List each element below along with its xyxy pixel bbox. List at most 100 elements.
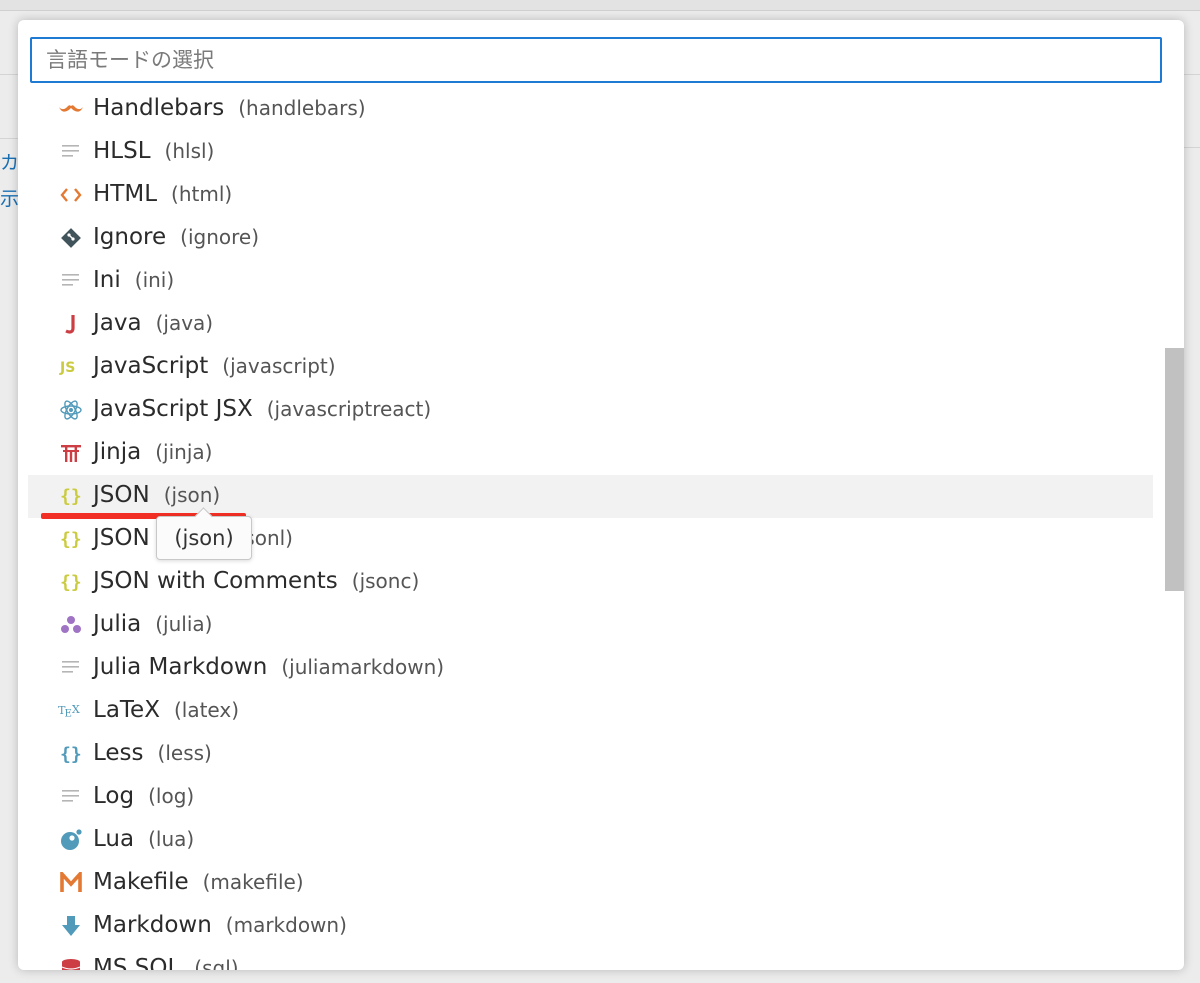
window-top-bar bbox=[0, 0, 1200, 11]
language-label: Makefile (makefile) bbox=[93, 869, 304, 895]
divider bbox=[1184, 147, 1200, 148]
svg-text:{}: {} bbox=[60, 744, 82, 765]
language-id: (javascript) bbox=[222, 354, 336, 378]
language-id: (hlsl) bbox=[164, 139, 215, 163]
list-item[interactable]: {} JSON (json) bbox=[28, 475, 1153, 518]
svg-text:JS: JS bbox=[59, 360, 75, 376]
language-label: Julia (julia) bbox=[93, 611, 213, 637]
language-label: JavaScript (javascript) bbox=[93, 353, 336, 379]
markdown-arrow-icon bbox=[58, 913, 84, 939]
language-id: (java) bbox=[155, 311, 214, 335]
list-item[interactable]: Makefile (makefile) bbox=[28, 862, 1153, 905]
list-item[interactable]: Julia (julia) bbox=[28, 604, 1153, 647]
language-id: (less) bbox=[157, 741, 212, 765]
language-label: MS SQL (sql) bbox=[93, 955, 239, 970]
list-item[interactable]: Julia Markdown (juliamarkdown) bbox=[28, 647, 1153, 690]
lines-icon bbox=[58, 268, 84, 294]
background-text: カ bbox=[0, 152, 18, 174]
svg-text:{}: {} bbox=[60, 486, 82, 507]
mustache-icon bbox=[58, 96, 84, 122]
torii-icon bbox=[58, 440, 84, 466]
divider bbox=[1184, 74, 1200, 75]
language-id: (jsonc) bbox=[351, 569, 420, 593]
braces-icon: {} bbox=[58, 483, 84, 509]
language-label: JSON (json) bbox=[93, 482, 221, 508]
react-atom-icon bbox=[58, 397, 84, 423]
language-label: HLSL (hlsl) bbox=[93, 138, 215, 164]
lines-icon bbox=[58, 655, 84, 681]
braces-blue-icon: {} bbox=[58, 741, 84, 767]
language-label: Julia Markdown (juliamarkdown) bbox=[93, 654, 445, 680]
language-label: Jinja (jinja) bbox=[93, 439, 213, 465]
list-item[interactable]: MS SQL (sql) bbox=[28, 948, 1153, 970]
language-label: JavaScript JSX (javascriptreact) bbox=[93, 396, 432, 422]
language-label: Lua (lua) bbox=[93, 826, 195, 852]
svg-text:{}: {} bbox=[60, 572, 82, 593]
list-item[interactable]: Jinja (jinja) bbox=[28, 432, 1153, 475]
list-item[interactable]: {} JSON with Comments (jsonc) bbox=[28, 561, 1153, 604]
js-icon: JS bbox=[58, 354, 84, 380]
scrollbar-thumb[interactable] bbox=[1165, 348, 1184, 591]
language-mode-search-input[interactable] bbox=[30, 37, 1162, 83]
background-text: 示 bbox=[0, 188, 18, 210]
language-mode-quick-pick: Handlebars(handlebars) HLSL(hlsl) HTML(htm… bbox=[18, 20, 1184, 970]
language-id: (jinja) bbox=[155, 440, 213, 464]
tex-icon: TEX bbox=[58, 698, 84, 724]
list-item[interactable]: {} Less (less) bbox=[28, 733, 1153, 776]
language-label: LaTeX (latex) bbox=[93, 697, 240, 723]
list-item[interactable]: Handlebars (handlebars) bbox=[28, 88, 1153, 131]
language-id: (juliamarkdown) bbox=[281, 655, 445, 679]
language-id: (latex) bbox=[173, 698, 240, 722]
julia-dots-icon bbox=[58, 612, 84, 638]
language-id: (ignore) bbox=[180, 225, 259, 249]
divider bbox=[0, 74, 18, 75]
language-id: (handlebars) bbox=[238, 96, 366, 120]
list-item[interactable]: JavaScript JSX (javascriptreact) bbox=[28, 389, 1153, 432]
svg-text:E: E bbox=[65, 709, 72, 720]
lines-icon bbox=[58, 784, 84, 810]
language-id: (html) bbox=[171, 182, 233, 206]
list-item[interactable]: T E X LaTeX (latex) bbox=[28, 690, 1153, 733]
list-item[interactable]: Java (java) bbox=[28, 303, 1153, 346]
java-j-icon bbox=[58, 311, 84, 337]
language-label: Log (log) bbox=[93, 783, 195, 809]
tooltip-text: (json) bbox=[174, 526, 234, 550]
language-label: JSON with Comments (jsonc) bbox=[93, 568, 420, 594]
makefile-m-icon bbox=[58, 870, 84, 896]
svg-text:X: X bbox=[72, 703, 80, 716]
language-label: Java (java) bbox=[93, 310, 214, 336]
list-item[interactable]: Markdown (markdown) bbox=[28, 905, 1153, 948]
database-icon bbox=[58, 956, 84, 970]
list-item[interactable]: Ignore (ignore) bbox=[28, 217, 1153, 260]
angle-brackets-icon bbox=[58, 182, 84, 208]
lines-icon bbox=[58, 139, 84, 165]
list-item[interactable]: Log (log) bbox=[28, 776, 1153, 819]
language-id: (javascriptreact) bbox=[266, 397, 432, 421]
language-id: (sql) bbox=[194, 956, 239, 970]
list-item[interactable]: Ini (ini) bbox=[28, 260, 1153, 303]
language-id: (ini) bbox=[134, 268, 175, 292]
lua-moon-icon bbox=[58, 827, 84, 853]
language-label: Ini (ini) bbox=[93, 267, 175, 293]
tooltip: (json) bbox=[156, 507, 252, 560]
list-item[interactable]: Lua (lua) bbox=[28, 819, 1153, 862]
svg-text:{}: {} bbox=[60, 529, 82, 550]
language-id: (julia) bbox=[155, 612, 213, 636]
language-label: HTML (html) bbox=[93, 181, 233, 207]
list-item[interactable]: HTML (html) bbox=[28, 174, 1153, 217]
list-item[interactable]: JS JavaScript (javascript) bbox=[28, 346, 1153, 389]
language-label: Markdown (markdown) bbox=[93, 912, 347, 938]
braces-icon: {} bbox=[58, 569, 84, 595]
language-id: (lua) bbox=[148, 827, 195, 851]
braces-icon: {} bbox=[58, 526, 84, 552]
language-id: (markdown) bbox=[225, 913, 347, 937]
language-label: Handlebars (handlebars) bbox=[93, 95, 366, 121]
language-id: (log) bbox=[148, 784, 195, 808]
language-label: Ignore (ignore) bbox=[93, 224, 259, 250]
git-diamond-icon bbox=[58, 225, 84, 251]
list-item[interactable]: HLSL (hlsl) bbox=[28, 131, 1153, 174]
language-id: (json) bbox=[163, 483, 221, 507]
language-id: (makefile) bbox=[202, 870, 304, 894]
divider bbox=[0, 138, 18, 139]
language-list: Handlebars (handlebars) HLSL (hlsl) HTML (htm… bbox=[18, 88, 1184, 970]
